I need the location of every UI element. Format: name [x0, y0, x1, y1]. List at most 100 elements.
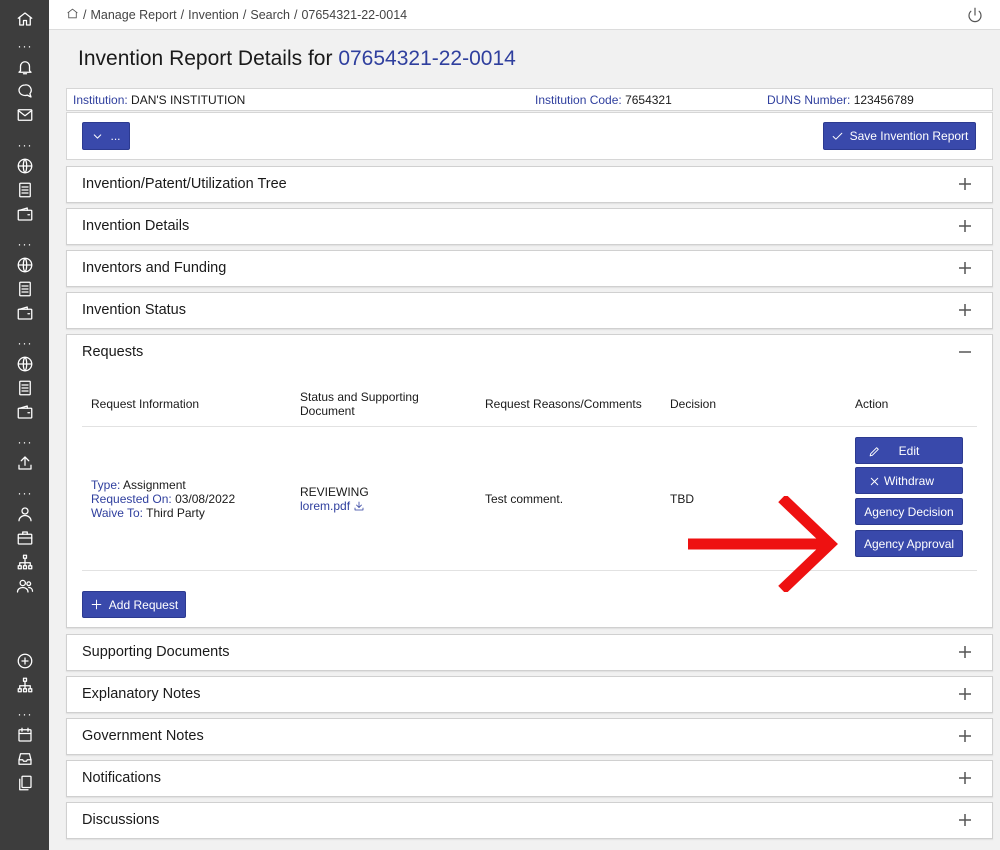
panel-notifications: Notifications [66, 760, 993, 797]
plus-icon[interactable] [958, 219, 972, 233]
panel-header[interactable]: Inventors and Funding [67, 251, 992, 286]
institution-code-info: Institution Code: 7654321 [535, 93, 672, 107]
edit-label: Edit [898, 443, 920, 458]
panel-header[interactable]: Invention Details [67, 209, 992, 244]
users-icon[interactable] [14, 575, 36, 597]
page-title-prefix: Invention Report Details for [78, 47, 333, 70]
more-dots[interactable]: ··· [15, 238, 35, 250]
plus-icon[interactable] [958, 813, 972, 827]
header-divider [82, 426, 977, 427]
wallet-icon[interactable] [14, 401, 36, 423]
panel-invention-status: Invention Status [66, 292, 993, 329]
panel-title: Invention/Patent/Utilization Tree [82, 176, 287, 192]
more-dots[interactable]: ··· [15, 487, 35, 499]
edit-button[interactable]: Edit [855, 437, 963, 464]
files-icon[interactable] [14, 772, 36, 794]
status-cell: REVIEWING lorem.pdf [300, 485, 369, 513]
breadcrumb-search[interactable]: Search [250, 8, 290, 22]
mail-icon[interactable] [14, 104, 36, 126]
panel-header[interactable]: Government Notes [67, 719, 992, 754]
panel-header[interactable]: Notifications [67, 761, 992, 796]
duns-value: 123456789 [853, 93, 914, 107]
plus-icon[interactable] [958, 261, 972, 275]
status-value: REVIEWING [300, 485, 369, 499]
chat-icon[interactable] [14, 80, 36, 102]
panel-header[interactable]: Discussions [67, 803, 992, 838]
more-dots[interactable]: ··· [15, 40, 35, 52]
inbox-icon[interactable] [14, 748, 36, 770]
add-circle-icon[interactable] [14, 650, 36, 672]
pencil-icon [869, 447, 879, 457]
type-value: Assignment [123, 478, 186, 492]
breadcrumb-current: 07654321-22-0014 [301, 8, 408, 22]
plus-icon[interactable] [958, 729, 972, 743]
org-chart-icon[interactable] [14, 551, 36, 573]
more-dots[interactable]: ··· [15, 436, 35, 448]
document-link[interactable]: lorem.pdf [300, 499, 365, 513]
user-icon[interactable] [14, 503, 36, 525]
close-icon [870, 477, 879, 486]
institution-label: Institution: [73, 93, 128, 107]
more-dots[interactable]: ··· [15, 708, 35, 720]
upload-icon[interactable] [14, 452, 36, 474]
minus-icon[interactable] [958, 345, 972, 359]
panel-header[interactable]: Requests [67, 335, 992, 370]
plus-icon[interactable] [958, 303, 972, 317]
column-header-request-info: Request Information [91, 397, 200, 411]
panel-discussions: Discussions [66, 802, 993, 839]
power-icon[interactable] [966, 6, 984, 24]
more-dots[interactable]: ··· [15, 139, 35, 151]
document-icon[interactable] [14, 179, 36, 201]
withdraw-button[interactable]: Withdraw [855, 467, 963, 494]
home-icon[interactable] [14, 8, 36, 30]
home-icon[interactable] [66, 7, 79, 23]
bell-icon[interactable] [14, 56, 36, 78]
globe-icon[interactable] [14, 254, 36, 276]
panel-header[interactable]: Invention Status [67, 293, 992, 328]
plus-icon[interactable] [958, 771, 972, 785]
panel-title: Explanatory Notes [82, 686, 201, 702]
panel-requests: Requests Request Information Status and … [66, 334, 993, 628]
more-actions-button[interactable]: ... [82, 122, 130, 150]
add-request-button[interactable]: Add Request [82, 591, 186, 618]
document-icon[interactable] [14, 278, 36, 300]
type-label: Type: [91, 478, 121, 492]
document-icon[interactable] [14, 377, 36, 399]
comment-cell: Test comment. [485, 492, 564, 506]
panel-header[interactable]: Explanatory Notes [67, 677, 992, 712]
more-dots[interactable]: ··· [15, 337, 35, 349]
breadcrumb-manage-report[interactable]: Manage Report [90, 8, 176, 22]
add-request-label: Add Request [108, 597, 179, 612]
plus-icon[interactable] [958, 177, 972, 191]
waive-to-value: Third Party [146, 506, 205, 520]
institution-info: Institution: DAN'S INSTITUTION [73, 93, 245, 107]
waive-to-label: Waive To: [91, 506, 144, 520]
save-invention-report-button[interactable]: Save Invention Report [823, 122, 976, 150]
agency-decision-button[interactable]: Agency Decision [855, 498, 963, 525]
calendar-icon[interactable] [14, 724, 36, 746]
panel-title: Notifications [82, 770, 161, 786]
wallet-icon[interactable] [14, 203, 36, 225]
sidebar: ··· ··· ··· ··· ··· ··· ··· [0, 0, 49, 850]
panel-explanatory-notes: Explanatory Notes [66, 676, 993, 713]
more-actions-label: ... [110, 129, 121, 143]
breadcrumb-separator: / [293, 8, 298, 22]
breadcrumb-invention[interactable]: Invention [188, 8, 239, 22]
page-title: Invention Report Details for 07654321-22… [78, 47, 516, 71]
wallet-icon[interactable] [14, 302, 36, 324]
panel-header[interactable]: Supporting Documents [67, 635, 992, 670]
org-chart-icon[interactable] [14, 674, 36, 696]
agency-approval-button[interactable]: Agency Approval [855, 530, 963, 557]
briefcase-icon[interactable] [14, 527, 36, 549]
panel-title: Invention Details [82, 218, 190, 234]
panel-title: Requests [82, 344, 144, 360]
institution-info-bar: Institution: DAN'S INSTITUTION Instituti… [66, 88, 993, 111]
breadcrumb-separator: / [180, 8, 185, 22]
panel-header[interactable]: Invention/Patent/Utilization Tree [67, 167, 992, 202]
globe-icon[interactable] [14, 155, 36, 177]
plus-icon[interactable] [958, 687, 972, 701]
column-header-decision: Decision [670, 397, 717, 411]
globe-icon[interactable] [14, 353, 36, 375]
plus-icon[interactable] [958, 645, 972, 659]
column-header-action: Action [855, 397, 889, 411]
